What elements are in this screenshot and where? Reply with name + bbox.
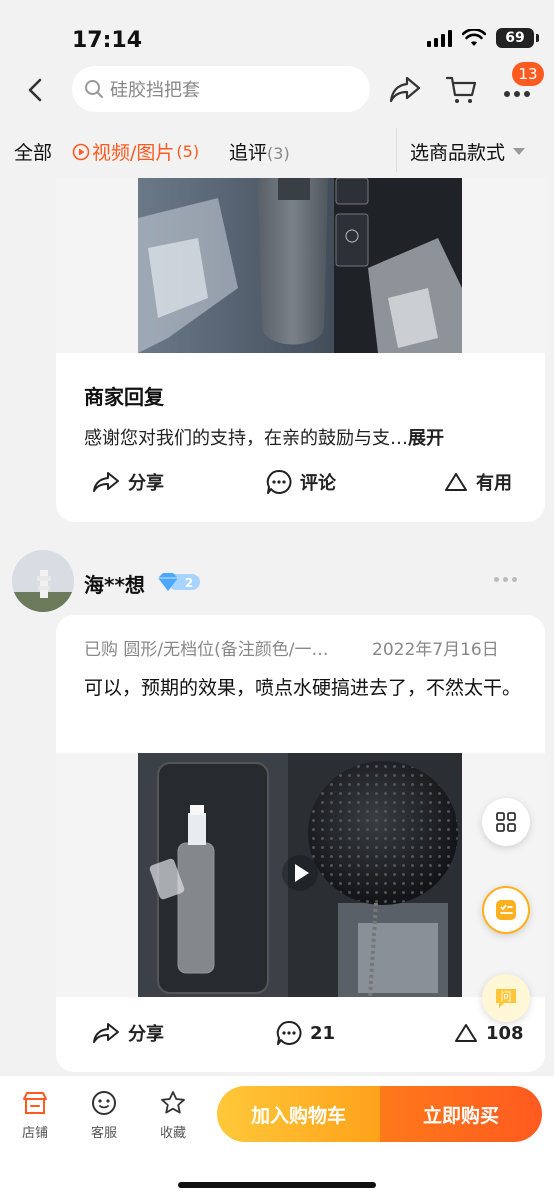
review-photo[interactable] (138, 178, 462, 353)
review-media (56, 753, 545, 997)
diamond-vip-badge-icon: 2 (158, 573, 200, 591)
review-card: 已购 圆形/无档位(备注颜色/一… 2022年7月16日 可以，预期的效果，喷点… (56, 615, 545, 1072)
comment-label: 评论 (300, 473, 336, 494)
nav-bar: 硅胶挡把套 13 (0, 62, 554, 118)
svg-text:问: 问 (501, 990, 512, 1003)
customer-service-icon (92, 1091, 116, 1115)
comment-icon (276, 1020, 302, 1045)
favorite-button[interactable]: 收藏 (148, 1090, 198, 1141)
tab-follow-up[interactable]: 追评(3) (229, 138, 290, 165)
customer-service-button[interactable]: 客服 (79, 1090, 129, 1141)
notes-button[interactable] (482, 886, 530, 934)
shop-button[interactable]: 店铺 (10, 1090, 60, 1141)
customer-service-label: 客服 (90, 1126, 117, 1141)
avatar[interactable] (12, 550, 74, 612)
share-button[interactable]: 分享 (92, 462, 164, 502)
caret-down-icon (513, 148, 526, 155)
share-icon (93, 472, 119, 492)
star-icon (161, 1091, 185, 1114)
share-label: 分享 (128, 473, 164, 494)
favorite-label: 收藏 (159, 1126, 186, 1141)
review-media (56, 178, 545, 353)
reviewer-username[interactable]: 海**想 (84, 569, 145, 598)
search-icon (85, 80, 103, 98)
shop-icon (23, 1092, 47, 1114)
tab-all-label: 全部 (14, 142, 53, 164)
merchant-reply-title: 商家回复 (84, 385, 164, 409)
bottom-action-bar: 店铺 客服 收藏 加入购物车 立即购买 (0, 1076, 554, 1200)
tab-video-photo[interactable]: 视频/图片 (5) (72, 138, 199, 165)
checklist-icon (496, 900, 516, 920)
review-card-previous: 商家回复 感谢您对我们的支持，在亲的鼓励与支…展开 分享 评论 有用 (56, 178, 545, 522)
grid-icon (496, 812, 516, 832)
status-bar: 17:14 69 (0, 0, 554, 62)
review-actions: 分享 评论 有用 (56, 462, 545, 502)
play-icon[interactable] (282, 855, 318, 891)
vip-level: 2 (185, 576, 193, 590)
comment-button[interactable]: 评论 (266, 462, 336, 502)
review-actions: 分享 21 108 (56, 1013, 545, 1053)
expand-button[interactable]: 展开 (408, 428, 444, 449)
review-filter-tabs: 全部 视频/图片 (5) 追评(3) 选商品款式 (0, 124, 554, 178)
share-label: 分享 (128, 1024, 164, 1045)
question-chat-icon: 问 (496, 989, 516, 1008)
battery-indicator: 69 (496, 28, 539, 48)
ask-question-button[interactable]: 问 (482, 974, 530, 1022)
variant-label: 圆形/无档位(备注颜色/一… (123, 640, 329, 660)
product-style-select-label: 选商品款式 (410, 142, 506, 164)
review-text: 可以，预期的效果，喷点水硬搞进去了，不然太干。 (84, 677, 522, 699)
comment-count: 21 (310, 1022, 336, 1044)
shifter-boot-photo (138, 178, 462, 353)
review-date: 2022年7月16日 (372, 640, 499, 660)
search-input[interactable]: 硅胶挡把套 (72, 66, 370, 112)
search-placeholder: 硅胶挡把套 (110, 80, 200, 101)
message-count-badge: 13 (512, 62, 544, 86)
comment-icon (266, 469, 292, 494)
play-circle-icon (72, 143, 90, 160)
thumbs-up-triangle-icon (455, 1024, 477, 1042)
cellular-signal-icon (427, 29, 452, 47)
thumbs-up-triangle-icon (445, 473, 467, 491)
grid-view-button[interactable] (482, 798, 530, 846)
shop-label: 店铺 (21, 1126, 48, 1141)
purchase-info: 已购 圆形/无档位(备注颜色/一… 2022年7月16日 (84, 635, 499, 660)
like-count: 108 (486, 1022, 524, 1044)
status-time: 17:14 (72, 28, 143, 53)
tab-divider (396, 128, 397, 172)
useful-button[interactable]: 有用 (444, 462, 512, 502)
buy-now-button[interactable]: 立即购买 (380, 1086, 542, 1142)
tab-video-photo-label: 视频/图片 (92, 142, 175, 164)
merchant-reply-text: 感谢您对我们的支持，在亲的鼓励与支…展开 (84, 424, 444, 450)
product-style-select[interactable]: 选商品款式 (410, 138, 526, 165)
wifi-icon (462, 29, 486, 46)
review-more-icon[interactable] (494, 577, 517, 582)
home-indicator (178, 1182, 376, 1188)
add-to-cart-button[interactable]: 加入购物车 (217, 1086, 380, 1142)
merchant-reply-body: 感谢您对我们的支持，在亲的鼓励与支… (84, 428, 408, 449)
tab-follow-up-label: 追评 (229, 142, 268, 164)
tab-follow-up-count: (3) (267, 144, 290, 163)
avatar-image (12, 550, 74, 612)
purchased-label: 已购 (84, 640, 118, 660)
share-button[interactable]: 分享 (92, 1013, 164, 1053)
cart-icon[interactable] (444, 72, 478, 106)
status-icons: 69 (427, 28, 539, 48)
useful-label: 有用 (476, 473, 512, 494)
back-arrow-icon[interactable] (22, 76, 50, 104)
tab-video-photo-count: (5) (176, 142, 200, 161)
comment-button[interactable]: 21 (276, 1013, 335, 1053)
share-icon[interactable] (388, 74, 422, 104)
share-icon (93, 1023, 119, 1043)
tab-all[interactable]: 全部 (14, 138, 52, 165)
